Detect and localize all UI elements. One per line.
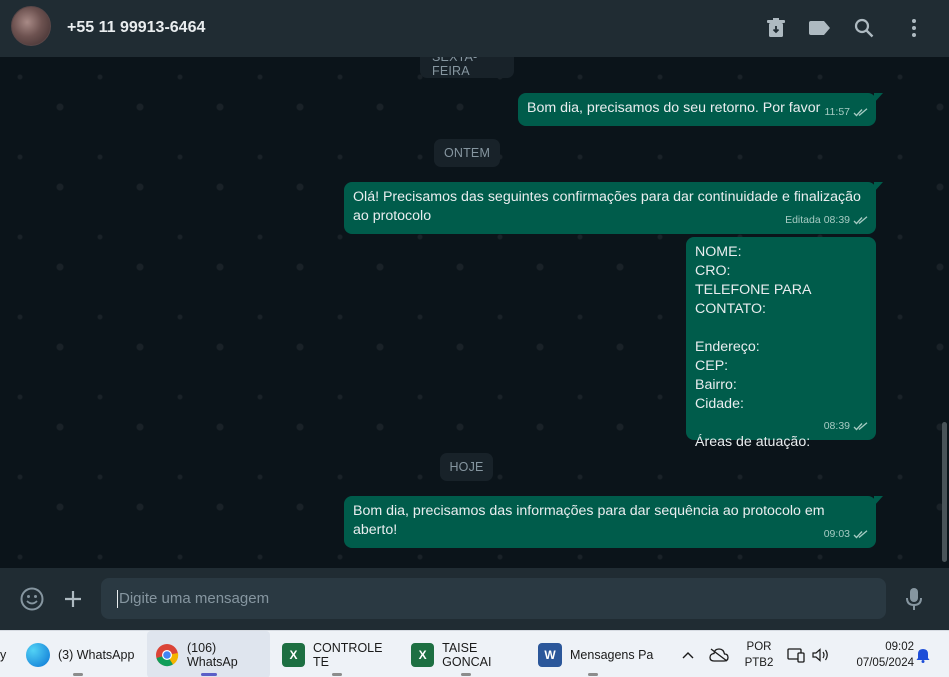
outgoing-message[interactable]: NOME: CRO: TELEFONE PARA CONTATO: Endere… bbox=[686, 237, 876, 450]
bubble-tail bbox=[874, 182, 883, 192]
taskbar-indicator bbox=[332, 673, 342, 676]
message-time: 08:39 bbox=[823, 420, 850, 432]
outgoing-message[interactable]: Bom dia, precisamos das informações para… bbox=[344, 496, 883, 548]
system-clock[interactable]: 09:02 07/05/2024 bbox=[838, 639, 914, 671]
keyboard-language[interactable]: POR PTB2 bbox=[740, 639, 778, 671]
microphone-icon[interactable] bbox=[900, 585, 928, 613]
display-icon[interactable] bbox=[786, 631, 806, 677]
taskbar-item-cut[interactable]: y bbox=[0, 631, 10, 677]
edited-label: Editada bbox=[785, 214, 821, 226]
message-time: 09:03 bbox=[823, 528, 850, 540]
message-text: Bom dia, precisamos das informações para… bbox=[353, 503, 825, 538]
excel-icon: X bbox=[411, 642, 435, 667]
cloud-offline-icon[interactable] bbox=[708, 631, 730, 677]
taskbar-item-edge[interactable]: (3) WhatsApp bbox=[18, 631, 138, 677]
word-icon: W bbox=[538, 642, 562, 667]
layout-label: PTB2 bbox=[744, 657, 774, 669]
menu-icon[interactable] bbox=[900, 14, 928, 42]
message-input-placeholder: Digite uma mensagem bbox=[119, 590, 270, 607]
label-icon[interactable] bbox=[806, 14, 834, 42]
double-check-icon bbox=[853, 216, 868, 225]
double-check-icon bbox=[853, 530, 868, 539]
taskbar-item-label: Mensagens Pa bbox=[570, 647, 654, 662]
taskbar-item-word[interactable]: W Mensagens Pa bbox=[532, 631, 654, 677]
message-time: 08:39 bbox=[823, 214, 850, 226]
chat-header: +55 11 99913-6464 bbox=[0, 0, 949, 57]
edge-icon bbox=[26, 642, 50, 667]
volume-icon[interactable] bbox=[810, 631, 832, 677]
taskbar-item-chrome[interactable]: (106) WhatsAp bbox=[147, 631, 270, 677]
taskbar-indicator bbox=[73, 673, 83, 676]
chat-scrollbar[interactable] bbox=[942, 422, 947, 562]
taskbar-item-label: (3) WhatsApp bbox=[58, 647, 135, 662]
search-icon[interactable] bbox=[850, 14, 878, 42]
message-input[interactable]: Digite uma mensagem bbox=[101, 578, 886, 619]
message-meta: 09:03 bbox=[824, 525, 868, 544]
clock-date: 07/05/2024 bbox=[856, 657, 914, 669]
date-chip-friday: SEXTA-FEIRA bbox=[420, 57, 514, 78]
bubble-tail bbox=[874, 496, 883, 506]
double-check-icon bbox=[853, 108, 868, 117]
chevron-up-icon[interactable] bbox=[678, 631, 698, 677]
excel-icon: X bbox=[282, 642, 305, 667]
date-chip-yesterday: ONTEM bbox=[434, 139, 500, 167]
contact-avatar[interactable] bbox=[11, 6, 51, 46]
message-time: 11:57 bbox=[824, 106, 851, 118]
language-label: POR bbox=[746, 641, 772, 653]
chrome-icon bbox=[155, 643, 179, 667]
date-chip-today: HOJE bbox=[440, 453, 493, 481]
taskbar-item-label: y bbox=[0, 647, 7, 662]
taskbar-indicator bbox=[461, 673, 471, 676]
outgoing-message[interactable]: Bom dia, precisamos do seu retorno. Por … bbox=[518, 93, 883, 126]
message-text: Bom dia, precisamos do seu retorno. Por … bbox=[527, 100, 821, 116]
message-composer: Digite uma mensagem bbox=[0, 568, 949, 630]
message-meta: 11:57 bbox=[825, 103, 869, 122]
message-meta: 08:39 bbox=[824, 417, 868, 436]
taskbar-indicator bbox=[588, 673, 598, 676]
bubble-tail bbox=[874, 93, 883, 103]
outgoing-message[interactable]: Olá! Precisamos das seguintes confirmaçõ… bbox=[344, 182, 883, 234]
taskbar-indicator bbox=[200, 673, 217, 676]
text-caret bbox=[117, 589, 118, 608]
emoji-icon[interactable] bbox=[18, 585, 46, 613]
clock-time: 09:02 bbox=[885, 641, 914, 653]
taskbar-item-label: (106) WhatsAp bbox=[187, 640, 238, 669]
taskbar-item-label: TAISE GONCAI bbox=[442, 640, 492, 669]
attach-plus-icon[interactable] bbox=[59, 585, 87, 613]
archive-icon[interactable] bbox=[762, 14, 790, 42]
chat-messages-area[interactable]: SEXTA-FEIRA Bom dia, precisamos do seu r… bbox=[0, 57, 949, 568]
contact-name[interactable]: +55 11 99913-6464 bbox=[67, 19, 205, 37]
taskbar-item-label: CONTROLE TE bbox=[313, 640, 383, 669]
message-meta: Editada 08:39 bbox=[785, 211, 868, 230]
windows-taskbar: y (3) WhatsApp (106) WhatsAp X CONTROLE … bbox=[0, 630, 949, 677]
taskbar-item-excel-1[interactable]: X CONTROLE TE bbox=[276, 631, 398, 677]
double-check-icon bbox=[853, 422, 868, 431]
taskbar-item-excel-2[interactable]: X TAISE GONCAI bbox=[405, 631, 527, 677]
notification-bell-icon[interactable] bbox=[912, 631, 934, 677]
